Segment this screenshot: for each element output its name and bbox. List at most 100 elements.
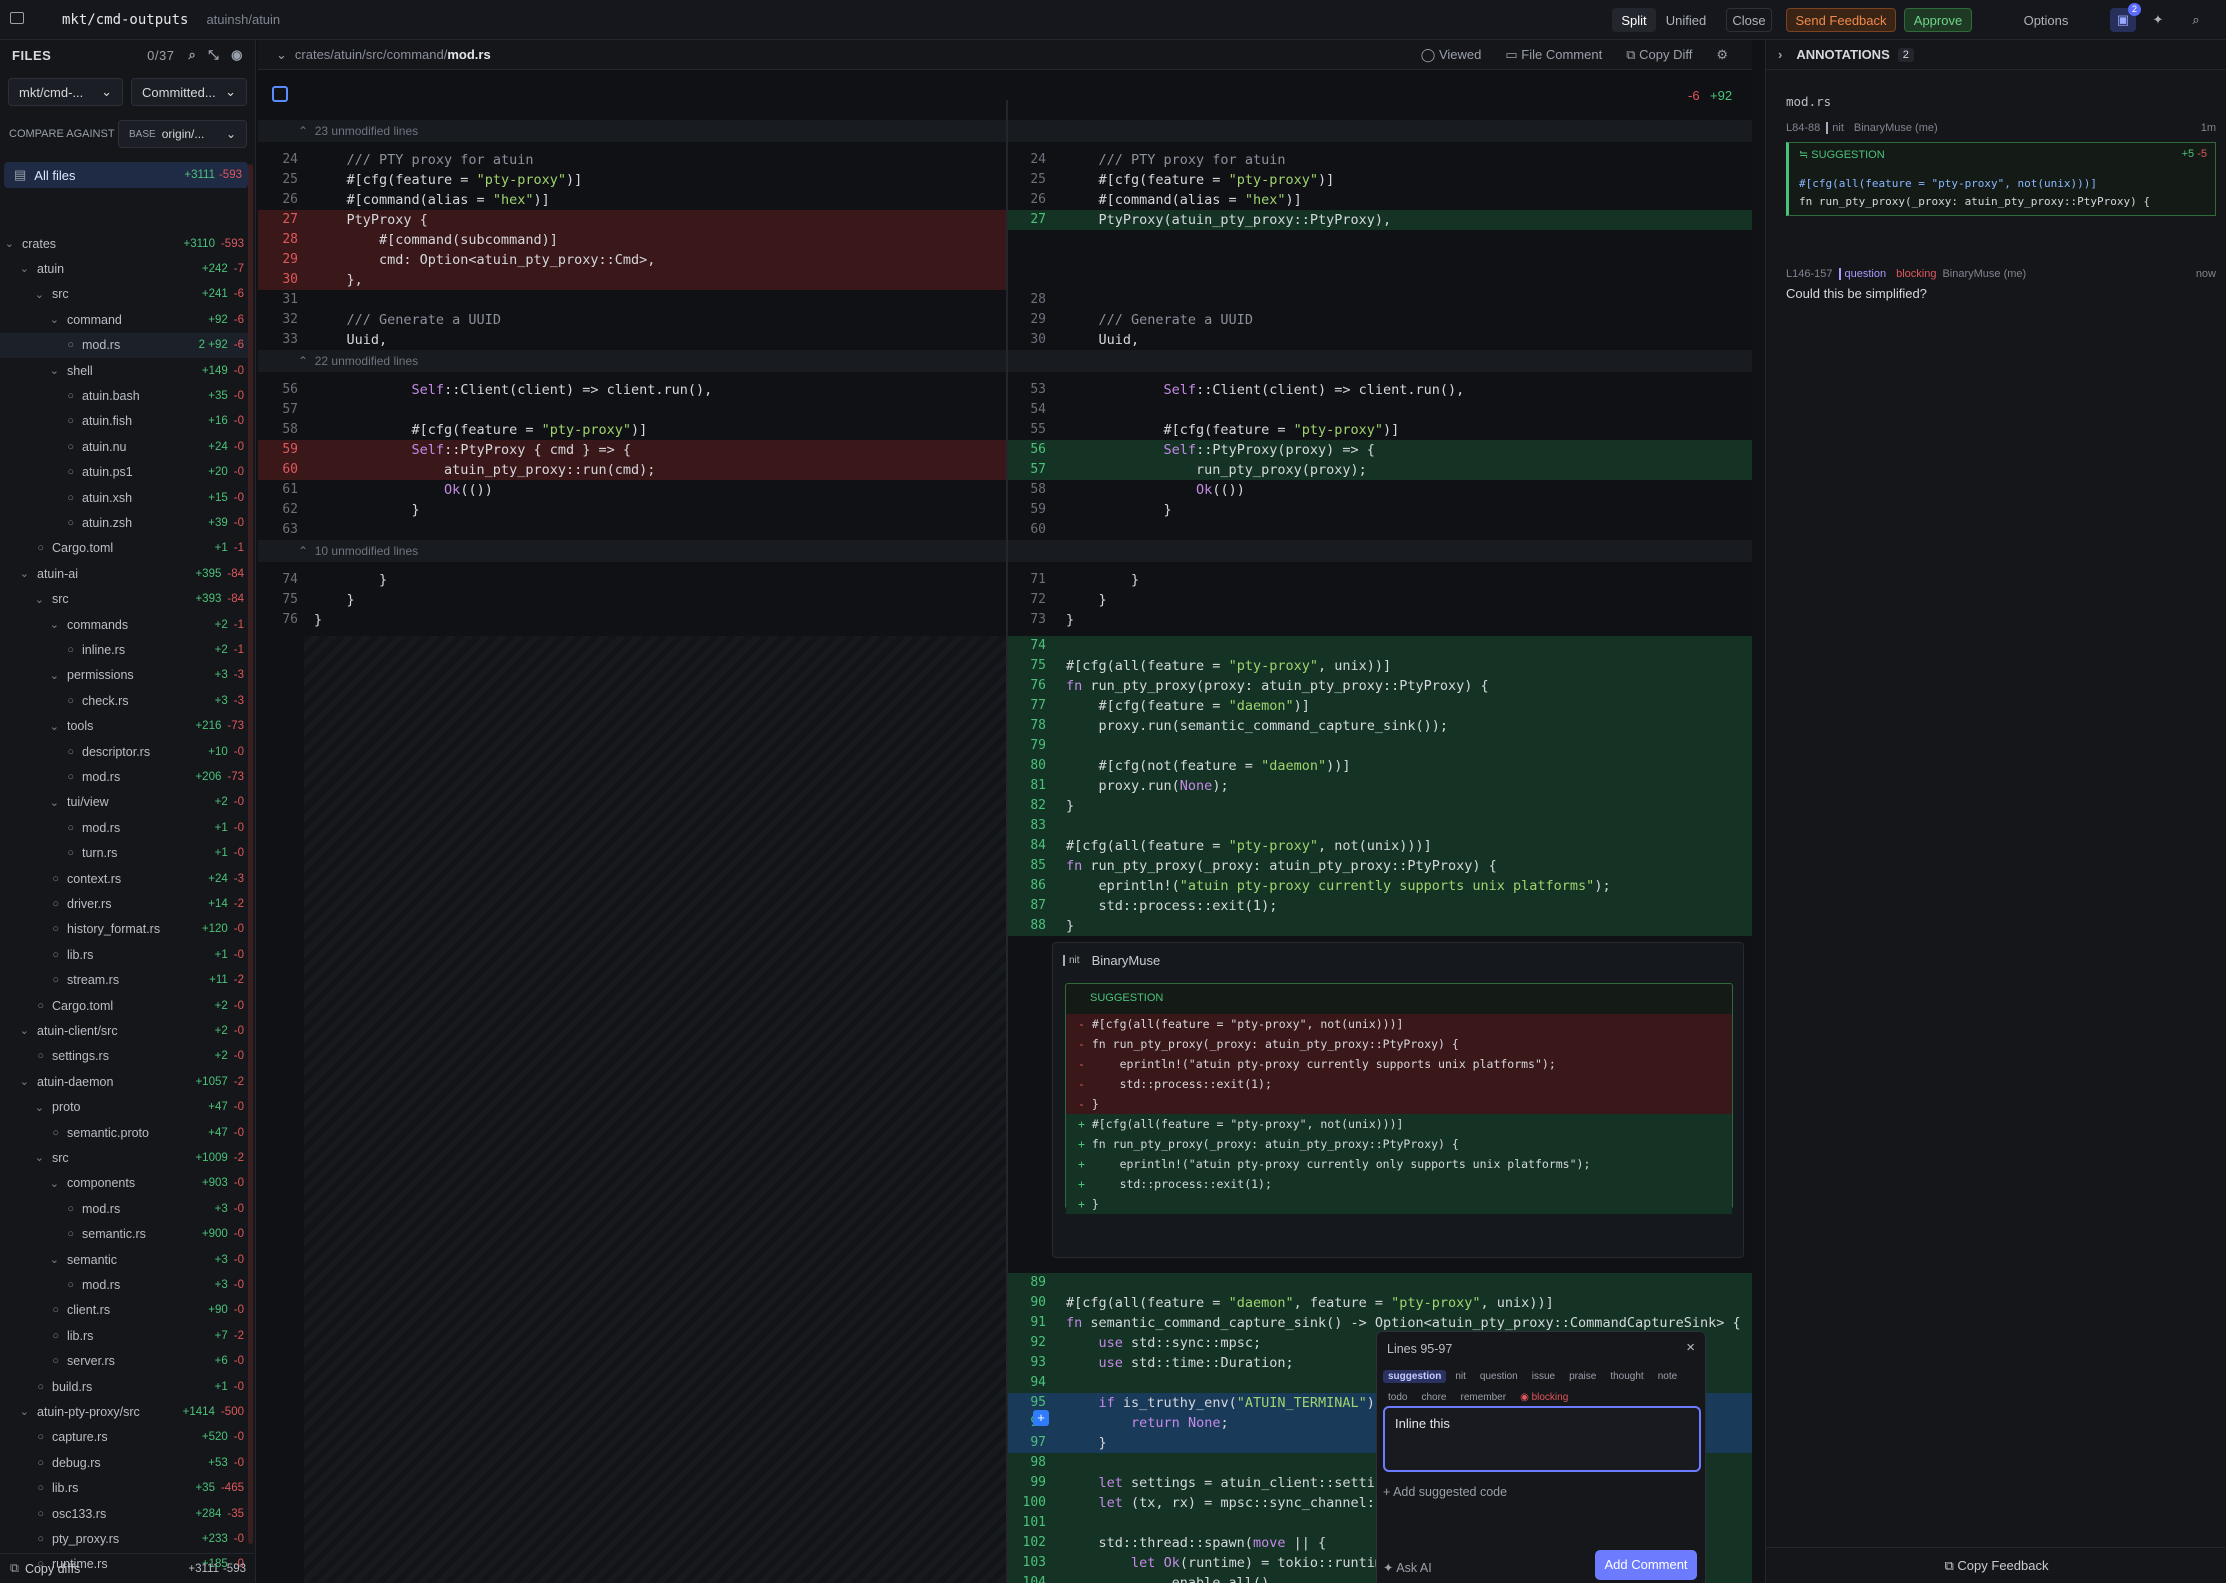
tree-folder[interactable]: ⌄ shell +149 -0 xyxy=(0,358,250,383)
file-comment-button[interactable]: ▭ File Comment xyxy=(1505,47,1602,63)
tree-file[interactable]: ○ history_format.rs +120 -0 xyxy=(0,917,250,942)
tree-item-label: server.rs xyxy=(67,1354,115,1369)
sidebar-scrollbar[interactable] xyxy=(248,164,253,1544)
send-feedback-button[interactable]: Send Feedback xyxy=(1786,8,1896,32)
tag-suggestion[interactable]: suggestion xyxy=(1383,1370,1447,1383)
tree-file[interactable]: ○ driver.rs +14 -2 xyxy=(0,891,250,916)
tag-chore[interactable]: chore xyxy=(1416,1391,1451,1404)
tree-file[interactable]: ○ semantic.rs +900 -0 xyxy=(0,1222,250,1247)
tree-file[interactable]: ○ osc133.rs +284 -35 xyxy=(0,1501,250,1526)
copy-diff-button[interactable]: ⧉ Copy Diff xyxy=(1626,47,1692,63)
tag-issue[interactable]: issue xyxy=(1527,1370,1560,1383)
close-icon[interactable]: × xyxy=(1686,1339,1695,1356)
comment-textarea[interactable]: Inline this xyxy=(1383,1406,1701,1472)
tree-file[interactable]: ○ turn.rs +1 -0 xyxy=(0,841,250,866)
tree-file[interactable]: ○ check.rs +3 -3 xyxy=(0,688,250,713)
tree-file[interactable]: ○ descriptor.rs +10 -0 xyxy=(0,739,250,764)
tree-folder[interactable]: ⌄ src +241 -6 xyxy=(0,282,250,307)
add-code-link[interactable]: + Add suggested code xyxy=(1383,1485,1507,1499)
copy-diffs-row[interactable]: ⧉ Copy diffs +3111 -593 xyxy=(0,1553,254,1583)
tag-blocking[interactable]: ◉ blocking xyxy=(1515,1391,1573,1404)
split-view-button[interactable]: Split xyxy=(1612,8,1656,32)
tree-folder[interactable]: ⌄ permissions +3 -3 xyxy=(0,663,250,688)
tag-nit[interactable]: nit xyxy=(1450,1370,1471,1383)
tree-file[interactable]: ○ Cargo.toml +1 -1 xyxy=(0,536,250,561)
tree-file[interactable]: ○ mod.rs +1 -0 xyxy=(0,815,250,840)
tree-file[interactable]: ○ mod.rs +206 -73 xyxy=(0,764,250,789)
add-line-comment-button[interactable]: + xyxy=(1033,1410,1049,1426)
tree-file[interactable]: ○ settings.rs +2 -0 xyxy=(0,1044,250,1069)
tree-folder[interactable]: ⌄ src +1009 -2 xyxy=(0,1145,250,1170)
tree-folder[interactable]: ⌄ tools +216 -73 xyxy=(0,714,250,739)
tree-file[interactable]: ○ debug.rs +53 -0 xyxy=(0,1450,250,1475)
annotation-1[interactable]: L84-88 nit BinaryMuse (me) 1m ≒ SUGGESTION … xyxy=(1786,122,2216,230)
tree-file[interactable]: ○ pty_proxy.rs +233 -0 xyxy=(0,1526,250,1551)
viewed-toggle[interactable]: ◯ Viewed xyxy=(1421,47,1482,63)
tree-folder[interactable]: ⌄ commands +2 -1 xyxy=(0,612,250,637)
tree-folder[interactable]: ⌄ crates +3110 -593 xyxy=(0,231,250,256)
file-icon: ○ xyxy=(67,1202,74,1215)
tree-file[interactable]: ○ lib.rs +1 -0 xyxy=(0,942,250,967)
base-select[interactable]: BASE origin/... ⌄ xyxy=(118,120,247,148)
tag-remember[interactable]: remember xyxy=(1455,1391,1511,1404)
tree-file[interactable]: ○ client.rs +90 -0 xyxy=(0,1298,250,1323)
tree-folder[interactable]: ⌄ src +393 -84 xyxy=(0,587,250,612)
tree-folder[interactable]: ⌄ proto +47 -0 xyxy=(0,1095,250,1120)
chevron-right-icon[interactable]: › xyxy=(1778,47,1782,62)
tree-file[interactable]: ○ stream.rs +11 -2 xyxy=(0,968,250,993)
tag-todo[interactable]: todo xyxy=(1383,1391,1412,1404)
options-button[interactable]: Options xyxy=(2006,8,2086,32)
tree-folder[interactable]: ⌄ components +903 -0 xyxy=(0,1171,250,1196)
copy-feedback-button[interactable]: ⧉ Copy Feedback xyxy=(1766,1547,2226,1583)
tree-folder[interactable]: ⌄ atuin-pty-proxy/src +1414 -500 xyxy=(0,1399,250,1424)
tree-file[interactable]: ○ capture.rs +520 -0 xyxy=(0,1425,250,1450)
tree-file[interactable]: ○ atuin.xsh +15 -0 xyxy=(0,485,250,510)
tree-file[interactable]: ○ mod.rs +3 -0 xyxy=(0,1272,250,1297)
ask-ai-button[interactable]: ✦ Ask AI xyxy=(1383,1560,1432,1575)
tree-file[interactable]: ○ atuin.nu +24 -0 xyxy=(0,434,250,459)
tree-folder[interactable]: ⌄ semantic +3 -0 xyxy=(0,1247,250,1272)
tree-file[interactable]: ○ Cargo.toml +2 -0 xyxy=(0,993,250,1018)
search-icon[interactable]: ⌕ xyxy=(188,47,196,63)
tag-note[interactable]: note xyxy=(1653,1370,1682,1383)
expand-icon[interactable] xyxy=(272,86,288,102)
collapse-icon[interactable]: ⤡ xyxy=(208,47,219,63)
repo-name[interactable]: atuinsh/atuin xyxy=(206,12,280,27)
all-files-row[interactable]: ▤ All files +3111 -593 xyxy=(4,162,248,188)
tree-item-del: -0 xyxy=(233,1202,244,1215)
close-button[interactable]: Close xyxy=(1726,8,1772,32)
tree-folder[interactable]: ⌄ atuin-ai +395 -84 xyxy=(0,561,250,586)
tree-file[interactable]: ○ lib.rs +35 -465 xyxy=(0,1476,250,1501)
tree-file[interactable]: ○ build.rs +1 -0 xyxy=(0,1374,250,1399)
add-comment-button[interactable]: Add Comment xyxy=(1595,1550,1697,1580)
tree-file[interactable]: ○ semantic.proto +47 -0 xyxy=(0,1120,250,1145)
tag-praise[interactable]: praise xyxy=(1564,1370,1601,1383)
folder-icon[interactable] xyxy=(10,12,24,24)
tree-folder[interactable]: ⌄ tui/view +2 -0 xyxy=(0,790,250,815)
tree-folder[interactable]: ⌄ atuin-client/src +2 -0 xyxy=(0,1018,250,1043)
branch-select[interactable]: mkt/cmd-... ⌄ xyxy=(8,78,123,106)
tag-question[interactable]: question xyxy=(1475,1370,1523,1383)
commit-select[interactable]: Committed... ⌄ xyxy=(131,78,247,106)
tree-file[interactable]: ○ inline.rs +2 -1 xyxy=(0,637,250,662)
gear-icon[interactable]: ⚙ xyxy=(1716,47,1728,63)
tree-folder[interactable]: ⌄ atuin-daemon +1057 -2 xyxy=(0,1069,250,1094)
tree-file[interactable]: ○ atuin.fish +16 -0 xyxy=(0,409,250,434)
tree-folder[interactable]: ⌄ command +92 -6 xyxy=(0,307,250,332)
tree-file[interactable]: ○ atuin.ps1 +20 -0 xyxy=(0,460,250,485)
tree-folder[interactable]: ⌄ atuin +242 -7 xyxy=(0,256,250,281)
tree-file[interactable]: ○ mod.rs 2 +92 -6 xyxy=(0,332,250,358)
eye-icon[interactable]: ◉ xyxy=(231,47,243,63)
tree-file[interactable]: ○ mod.rs +3 -0 xyxy=(0,1196,250,1221)
tree-file[interactable]: ○ atuin.bash +35 -0 xyxy=(0,383,250,408)
annotation-2[interactable]: L146-157 question blocking BinaryMuse (me) n… xyxy=(1786,268,2216,328)
approve-button[interactable]: Approve xyxy=(1904,8,1972,32)
tree-file[interactable]: ○ context.rs +24 -3 xyxy=(0,866,250,891)
tree-file[interactable]: ○ lib.rs +7 -2 xyxy=(0,1323,250,1348)
tree-file[interactable]: ○ server.rs +6 -0 xyxy=(0,1349,250,1374)
tree-file[interactable]: ○ atuin.zsh +39 -0 xyxy=(0,510,250,535)
search-icon[interactable]: ⌕ xyxy=(2184,8,2208,32)
tag-thought[interactable]: thought xyxy=(1605,1370,1648,1383)
sparkle-icon[interactable]: ✦ xyxy=(2146,8,2170,32)
unified-view-button[interactable]: Unified xyxy=(1660,8,1712,32)
